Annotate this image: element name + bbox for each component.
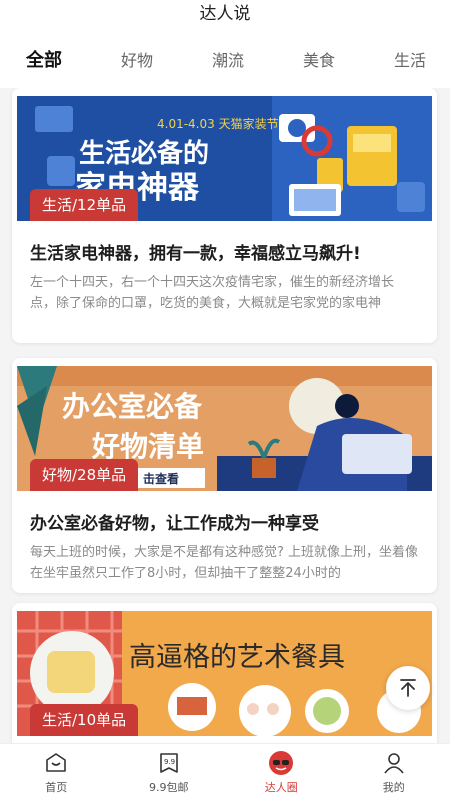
home-icon: [43, 750, 69, 776]
article-banner-appliances[interactable]: 4.01-4.03 天猫家装节 生活必备的 家电神器 生活/12单品: [17, 96, 432, 221]
article-title[interactable]: 生活家电神器，拥有一款，幸福感立马飙升!: [12, 239, 437, 264]
bottom-navigation: 首页 9.9 9.9包邮 达人圈 我的: [0, 743, 450, 800]
article-summary: 左一个十四天，右一个十四天这次疫情宅家，催生的新经济增长点，除了保命的口罩，吃货…: [30, 275, 395, 311]
article-card[interactable]: 办公室必备 好物清单 击查看 好物/28单品 办公室必备好物，让工作成为一种享受…: [12, 358, 437, 593]
back-to-top-button[interactable]: [386, 666, 430, 710]
banner-headline-1: 办公室必备: [62, 390, 203, 423]
category-badge: 生活/10单品: [30, 704, 139, 736]
category-badge: 生活/12单品: [30, 189, 139, 221]
article-summary: 每天上班的时候，大家是不是都有这种感觉? 上班就像上刑，坐着像在坐牢虽然只工作了…: [30, 545, 419, 581]
nav-home[interactable]: 首页: [0, 744, 113, 800]
coupon-icon: 9.9: [156, 750, 182, 776]
user-icon: [381, 750, 407, 776]
banner-event-date: 4.01-4.03 天猫家装节: [157, 116, 279, 131]
article-feed: 4.01-4.03 天猫家装节 生活必备的 家电神器 生活/12单品 生活家电神…: [0, 88, 450, 743]
svg-text:9.9: 9.9: [164, 758, 175, 766]
arrow-up-icon: [400, 679, 416, 697]
category-badge: 好物/28单品: [30, 459, 139, 491]
article-banner-tableware[interactable]: 高逼格的艺术餐具 生活/10单品: [17, 611, 432, 736]
nav-profile[interactable]: 我的: [338, 744, 450, 800]
tab-trend[interactable]: 潮流: [212, 47, 244, 71]
nav-profile-label: 我的: [382, 781, 405, 794]
nav-experts-label: 达人圈: [264, 781, 298, 794]
banner-headline-1: 生活必备的: [79, 138, 209, 169]
article-card[interactable]: 4.01-4.03 天猫家装节 生活必备的 家电神器 生活/12单品 生活家电神…: [12, 88, 437, 343]
banner-cta: 击查看: [143, 471, 179, 486]
tab-all[interactable]: 全部: [26, 46, 62, 72]
banner-headline-1: 高逼格的艺术餐具: [129, 642, 345, 673]
tab-goods[interactable]: 好物: [121, 47, 153, 71]
nav-coupon[interactable]: 9.9 9.9包邮: [113, 744, 226, 800]
nav-coupon-label: 9.9包邮: [149, 781, 189, 794]
tab-life[interactable]: 生活: [394, 47, 426, 71]
app-screen: 达人说 全部 好物 潮流 美食 生活 4.01-4.03 天猫家装节 生活必备的…: [0, 0, 450, 800]
page-title: 达人说: [199, 4, 251, 24]
page-header: 达人说: [0, 0, 450, 30]
article-banner-office[interactable]: 办公室必备 好物清单 击查看 好物/28单品: [17, 366, 432, 491]
expert-avatar-icon: [268, 750, 294, 776]
nav-home-label: 首页: [45, 781, 68, 794]
nav-experts[interactable]: 达人圈: [225, 744, 338, 800]
tab-food[interactable]: 美食: [303, 47, 335, 71]
article-title[interactable]: 办公室必备好物，让工作成为一种享受: [12, 509, 437, 534]
article-card[interactable]: 高逼格的艺术餐具 生活/10单品: [12, 603, 437, 743]
category-tabs: 全部 好物 潮流 美食 生活: [0, 30, 450, 88]
